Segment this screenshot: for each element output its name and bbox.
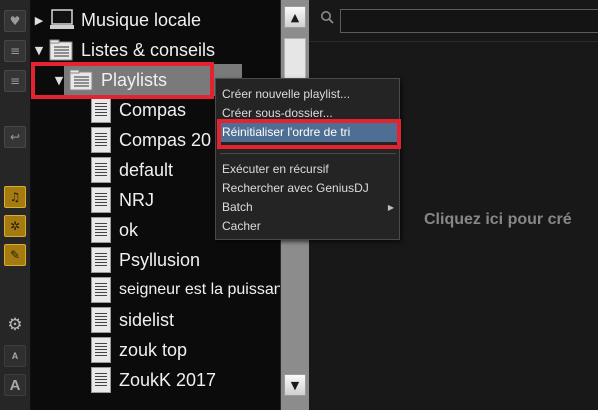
font-large-icon[interactable]: A [4,374,26,396]
tree-item-label: Listes & conseils [81,39,216,60]
search-input[interactable] [340,9,598,33]
menu-item-search-geniusdj[interactable]: Rechercher avec GeniusDJ [217,179,398,198]
computer-icon [50,9,74,29]
tree-item-label: default [119,159,174,180]
tree-item-playlist[interactable]: Compas [91,95,186,125]
menu-item-hide[interactable]: Cacher [217,217,398,236]
gear-icon[interactable]: ⚙ [4,314,26,336]
tree-item-label: zouk top [119,339,188,360]
tree-item-playlist[interactable]: sidelist [91,305,174,335]
tree-item-label: ok [119,219,139,240]
tree-item-playlist[interactable]: Psyllusion [91,245,200,275]
tree-item-label: NRJ [119,189,154,210]
tree-item-label: ZoukK 2017 [119,369,217,390]
tree-item-label: Compas [119,99,187,120]
divider [309,41,598,42]
left-toolbar: ♥ ≡ ≡ ↩ ♫ ✲ ✎ ⚙ A A [0,0,31,410]
document-icon [91,307,111,333]
reset-sort-highlight-box [217,119,401,149]
back-icon[interactable]: ↩ [4,126,26,148]
tree-item-label: Musique locale [81,9,202,30]
tree-item-label: seigneur est la puissance [119,281,280,298]
expand-arrow-icon[interactable]: ▶ [33,14,45,27]
menu-item-create-playlist[interactable]: Créer nouvelle playlist... [217,85,398,104]
document-icon [91,277,111,303]
tree-item-playlist[interactable]: seigneur est la puissance [91,275,280,305]
submenu-arrow-icon: ▶ [387,203,394,212]
document-icon [91,367,111,393]
document-icon [91,247,111,273]
tree-item-playlist[interactable]: Compas 20 [91,125,211,155]
tree-item-listes-conseils[interactable]: ▼ Listes & conseils [33,35,215,65]
document-icon [91,217,111,243]
tree-item-label: sidelist [119,309,175,330]
document-icon [91,97,111,123]
scroll-up-button[interactable]: ▲ [284,6,306,28]
collapse-arrow-icon[interactable]: ▼ [33,44,45,57]
tree-item-playlist[interactable]: ZoukK 2017 [91,365,216,395]
document-icon [91,187,111,213]
menu-item-batch[interactable]: Batch ▶ [217,198,398,217]
scroll-down-button[interactable]: ▼ [284,374,306,396]
tree-item-playlist[interactable]: default [91,155,173,185]
tree-item-musique-locale[interactable]: ▶ Musique locale [33,5,201,35]
document-icon [91,337,111,363]
menu-separator [220,153,396,154]
empty-panel-message[interactable]: Cliquez ici pour cré [424,211,572,229]
font-small-icon[interactable]: A [4,345,26,367]
video-reel-icon[interactable]: ✲ [4,215,26,237]
list-add-icon[interactable]: ≡ [4,40,26,62]
context-menu: Créer nouvelle playlist... Créer sous-do… [215,78,400,240]
document-icon [91,127,111,153]
pencil-icon[interactable]: ✎ [4,244,26,266]
document-icon [91,157,111,183]
music-note-icon[interactable]: ♫ [4,186,26,208]
tree-item-label: Psyllusion [119,249,201,270]
tree-item-label: Compas 20 [119,129,212,150]
tree-item-playlist[interactable]: zouk top [91,335,187,365]
list-info-icon[interactable]: ≡ [4,70,26,92]
tree-item-playlist[interactable]: ok [91,215,138,245]
menu-item-run-recursive[interactable]: Exécuter en récursif [217,160,398,179]
search-icon[interactable] [320,10,334,24]
menu-item-label: Batch [222,200,253,214]
heart-add-icon[interactable]: ♥ [4,10,26,32]
tree-item-playlist[interactable]: NRJ [91,185,154,215]
playlists-highlight-box [31,62,214,99]
folder-list-icon [49,39,73,61]
